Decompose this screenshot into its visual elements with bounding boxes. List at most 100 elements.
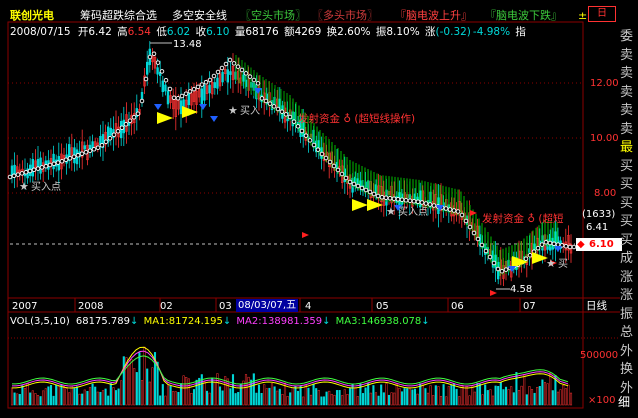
safety-line-dot [127, 118, 133, 123]
volume-bar [538, 386, 541, 406]
volume-bar [60, 384, 63, 406]
signal-triangle-icon [157, 112, 173, 124]
candle-body [156, 67, 159, 75]
safety-line-dot [275, 106, 281, 112]
period-label[interactable]: 日线 [586, 300, 607, 313]
volume-bar [23, 388, 27, 406]
volume-bar [335, 390, 339, 406]
safety-line-dot [467, 224, 473, 230]
volume-bar [294, 386, 297, 406]
safety-line-dot [59, 158, 65, 164]
volume-bar [486, 390, 489, 406]
side-panel-item: 外 [620, 343, 634, 359]
safety-line-dot [43, 163, 49, 169]
volume-bar [260, 393, 263, 406]
safety-line-dot [555, 242, 561, 247]
volume-bar [458, 396, 461, 406]
volume-ma-line [12, 355, 569, 385]
volume-bar [65, 388, 68, 406]
volume-bar [567, 384, 570, 406]
safety-line-dot [487, 254, 493, 260]
safety-line-dot [15, 172, 21, 177]
safety-line-dot [431, 203, 437, 208]
volume-bar [146, 368, 149, 406]
volume-bar [468, 395, 471, 406]
volume-bar [515, 372, 518, 406]
safety-line-dot [91, 146, 97, 152]
safety-line-dot [163, 77, 169, 83]
safety-line-dot [119, 125, 125, 130]
safety-line-dot [223, 61, 229, 67]
safety-line-dot [379, 194, 385, 200]
time-label-02: 02 [160, 301, 173, 312]
volume-bar [10, 387, 14, 406]
safety-line-dot [235, 64, 241, 69]
time-label-03: 03 [219, 301, 232, 312]
volume-bar [278, 388, 281, 406]
volume-bar [569, 392, 573, 406]
volume-bar [140, 380, 144, 406]
volume-bar [434, 385, 437, 406]
volume-bar [491, 395, 495, 406]
volume-bar [182, 375, 185, 406]
volume-bar [213, 382, 216, 406]
safety-line-dot [115, 128, 121, 134]
volume-bar [520, 385, 523, 406]
volume-indicator-label[interactable]: VOL(3,5,10) [10, 316, 70, 327]
star-icon: ★ [228, 104, 238, 117]
volume-bar [49, 385, 53, 406]
volume-bar [34, 393, 37, 406]
bottom-tab-label[interactable]: 细 [618, 396, 630, 409]
volume-bar [333, 394, 336, 406]
volume-bar [317, 390, 320, 406]
red-flag-icon [490, 290, 497, 296]
volume-bar [315, 388, 318, 406]
volume-bar [351, 384, 354, 406]
low-price-label: 4.58 [510, 284, 533, 295]
volume-bar [426, 392, 430, 406]
safety-line-dot [471, 230, 477, 236]
ma1-value: MA1:81724.195 [143, 316, 223, 327]
volume-bar [208, 392, 211, 406]
safety-line-dot [427, 202, 433, 207]
volume-bar [252, 373, 255, 406]
volume-bar [445, 396, 448, 406]
safety-line-dot [419, 200, 425, 205]
candle-body [52, 153, 55, 170]
star-icon: ★ [19, 180, 29, 193]
safety-line-dot [143, 76, 149, 82]
safety-line-dot [155, 60, 161, 65]
volume-bar [203, 381, 206, 406]
safety-line-dot [347, 179, 353, 185]
safety-line-dot [63, 157, 69, 162]
volume-bar [343, 389, 346, 406]
volume-bar [424, 388, 427, 406]
volume-bar [231, 374, 235, 406]
safety-line-dot [551, 241, 557, 247]
volume-bar [36, 395, 40, 406]
volume-bar [523, 374, 526, 406]
volume-bar [205, 390, 209, 406]
kline-chart[interactable] [0, 0, 638, 418]
safety-line-dot [311, 142, 317, 148]
volume-bar [369, 392, 372, 406]
safety-line-dot [203, 80, 209, 85]
volume-bar [385, 383, 388, 406]
volume-bar [234, 393, 237, 406]
volume-bar [169, 385, 172, 406]
volume-bar [382, 392, 385, 406]
volume-bar [55, 384, 58, 406]
signal-label-1: 发射资金 ♁ (超短线操作) [298, 113, 416, 125]
volume-unit: ×100 [588, 395, 616, 406]
star-icon: ★ [546, 257, 556, 270]
quote-side-panel: 委卖卖卖卖卖最买买买买买成涨涨振总外换外 [620, 28, 638, 398]
safety-line-dot [211, 73, 217, 79]
safety-line-dot [191, 86, 197, 92]
safety-line-dot [83, 149, 89, 155]
safety-line-dot [151, 51, 157, 57]
candle-body [418, 190, 422, 208]
volume-bar [31, 390, 34, 406]
volume-bar [416, 393, 419, 406]
candle-body [216, 77, 219, 89]
safety-line-dot [307, 138, 313, 143]
